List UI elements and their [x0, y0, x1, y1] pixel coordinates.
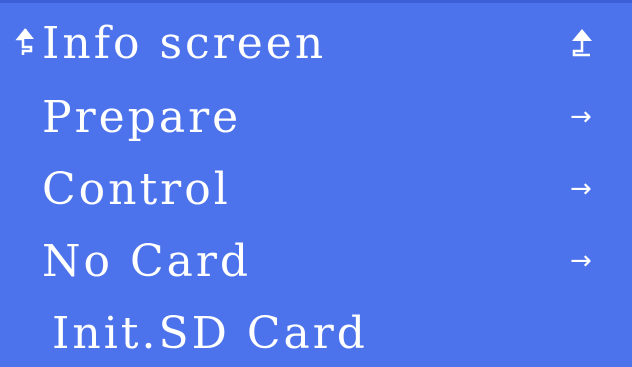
menu-item-no-card[interactable]: No Card → [0, 229, 632, 295]
up-return-icon [14, 23, 38, 63]
lcd-menu-screen: Info screen Prepare → Control → No Card … [0, 0, 632, 359]
menu-item-control[interactable]: Control → [0, 157, 632, 223]
menu-item-prepare[interactable]: Prepare → [0, 85, 632, 151]
menu-item-label: Init.SD Card [52, 308, 368, 359]
menu-item-init-sd-card[interactable]: Init.SD Card [0, 301, 632, 367]
arrow-right-icon: → [570, 102, 592, 132]
arrow-right-icon: → [570, 246, 592, 276]
up-return-icon [566, 25, 598, 61]
menu-item-label: Control [42, 164, 231, 215]
menu-item-label: No Card [42, 236, 252, 287]
menu-item-info-screen[interactable]: Info screen [0, 11, 632, 77]
arrow-right-icon: → [570, 174, 592, 204]
menu-item-label: Prepare [42, 92, 242, 143]
menu-item-label: Info screen [42, 18, 327, 69]
